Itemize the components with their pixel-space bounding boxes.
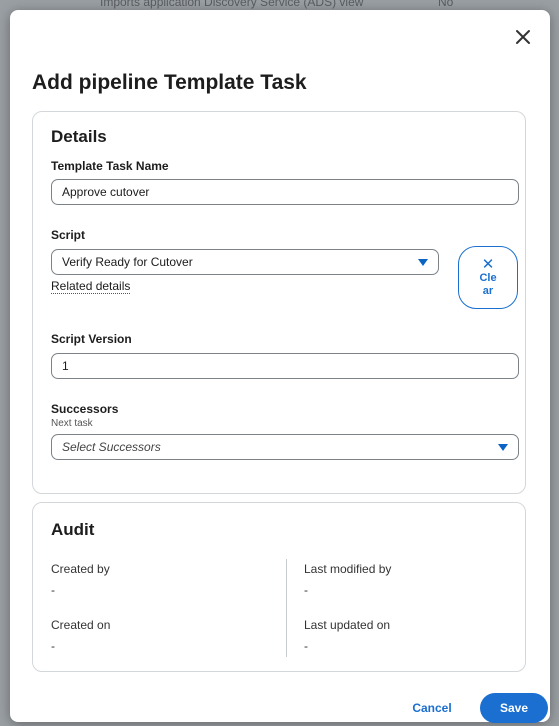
script-select[interactable]: Verify Ready for Cutover [51,249,439,275]
created-on-value: - [51,639,55,653]
clear-script-button[interactable]: ✕ Cle ar [458,246,518,309]
successors-label: Successors [51,402,119,416]
audit-heading: Audit [51,520,95,539]
dialog-title: Add pipeline Template Task [32,71,307,94]
script-version-input[interactable] [62,359,508,373]
chevron-down-icon [498,443,508,451]
created-by-value: - [51,583,55,597]
template-task-name-label: Template Task Name [51,159,169,173]
template-task-name-input[interactable] [62,185,508,199]
details-section: Details Template Task Name Script Verify… [32,111,526,494]
close-button[interactable] [510,24,536,50]
audit-section: Audit Created by - Created on - Last mod… [32,502,526,672]
script-label: Script [51,228,86,242]
successors-placeholder: Select Successors [62,440,161,454]
cancel-button[interactable]: Cancel [394,693,470,723]
last-updated-on-label: Last updated on [304,618,391,632]
clear-button-label-line1: Cle [479,271,497,284]
background-row-value: No [438,0,454,9]
template-task-name-field[interactable] [51,179,519,205]
clear-button-label-line2: ar [482,284,494,297]
successors-select[interactable]: Select Successors [51,434,519,460]
chevron-down-icon [418,258,428,266]
related-details-link[interactable]: Related details [51,279,131,294]
script-selected-value: Verify Ready for Cutover [62,255,193,269]
last-modified-by-label: Last modified by [304,562,392,576]
close-icon [516,30,530,44]
created-on-label: Created on [51,618,111,632]
details-heading: Details [51,127,107,146]
save-button[interactable]: Save [480,693,548,723]
successors-sublabel: Next task [51,418,93,429]
add-template-task-dialog: Add pipeline Template Task Details Templ… [10,10,550,723]
background-row-text: Imports application Discovery Service (A… [100,0,364,9]
script-version-label: Script Version [51,332,132,346]
last-modified-by-value: - [304,583,308,597]
script-version-field[interactable] [51,353,519,379]
clear-x-icon: ✕ [481,255,495,273]
created-by-label: Created by [51,562,110,576]
audit-divider [286,559,287,657]
last-updated-on-value: - [304,639,308,653]
